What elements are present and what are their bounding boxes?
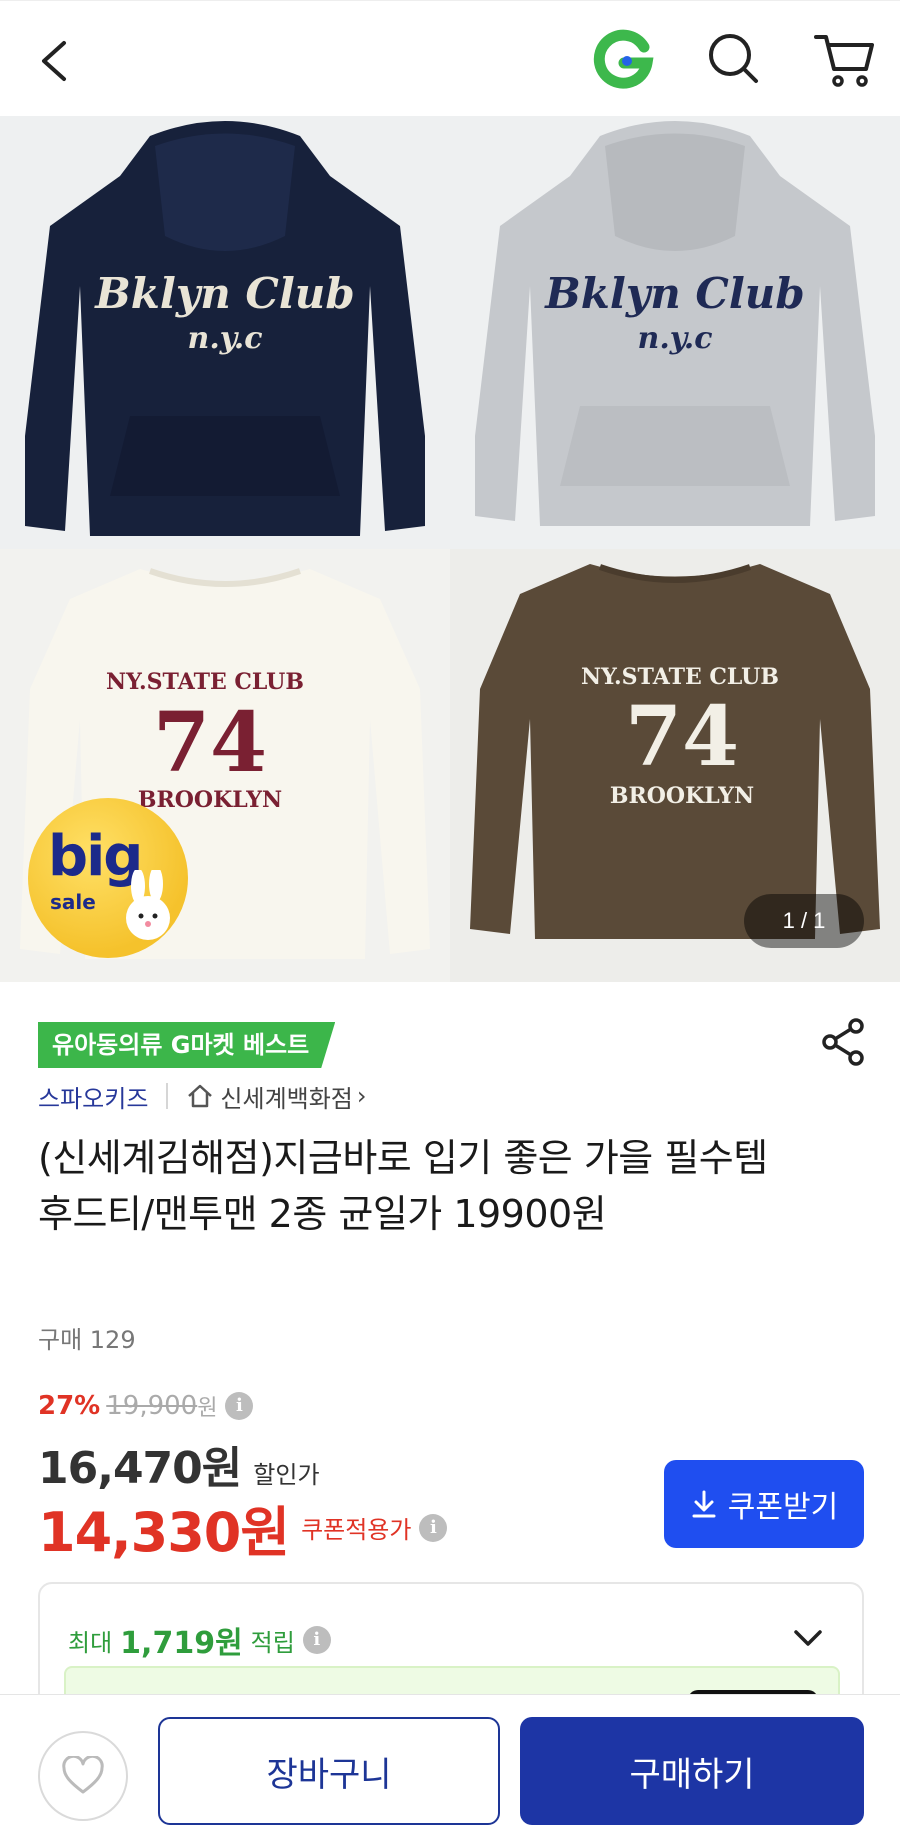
expand-button[interactable] (788, 1618, 828, 1658)
store-link[interactable]: 신세계백화점 › (186, 1079, 367, 1114)
coupon-price-label: 쿠폰적용가 (301, 1516, 412, 1544)
seller-row: 스파오키즈 신세계백화점 › (38, 1078, 367, 1114)
product-image-grey-hoodie: Bklyn Club n.y.c (450, 116, 900, 549)
big-sale-sticker: big sale (28, 798, 188, 958)
info-icon[interactable]: i (225, 1392, 254, 1420)
wishlist-button[interactable] (38, 1731, 128, 1821)
chevron-down-icon (794, 1630, 822, 1646)
sweat-print-line3: BROOKLYN (138, 787, 282, 813)
hoodie-print-line2: n.y.c (188, 321, 263, 356)
search-icon (709, 34, 758, 83)
product-image-gallery[interactable]: Bklyn Club n.y.c Bklyn Club n.y.c NY.STA… (0, 116, 900, 982)
sold-count: 구매 129 (38, 1326, 136, 1354)
store-name: 신세계백화점 (220, 1084, 353, 1113)
chevron-left-icon (42, 41, 66, 81)
big-sale-sale-text: sale (50, 890, 96, 914)
discount-rate: 27% (38, 1391, 101, 1421)
info-icon[interactable]: i (302, 1626, 331, 1654)
buy-now-button[interactable]: 구매하기 (520, 1717, 864, 1825)
sweat-print-line1: NY.STATE CLUB (106, 669, 304, 695)
cart-icon (814, 35, 874, 87)
info-icon[interactable]: i (419, 1513, 448, 1542)
search-button[interactable] (704, 29, 764, 89)
reward-row: 최대 1,719원 적립 i (68, 1618, 331, 1662)
best-badge[interactable]: 유아동의류 G마켓 베스트 (38, 1022, 335, 1068)
original-price: 19,900 (106, 1391, 198, 1421)
product-title: (신세계김해점)지금바로 입기 좋은 가을 필수템 후드티/맨투맨 2종 균일가… (38, 1136, 768, 1236)
sale-price-label: 할인가 (253, 1461, 320, 1489)
sweat-print-line1: NY.STATE CLUB (581, 664, 779, 690)
product-image-navy-hoodie: Bklyn Club n.y.c (0, 116, 450, 549)
share-button[interactable] (818, 1016, 870, 1068)
reward-suffix: 적립 (250, 1628, 295, 1657)
original-price-row: 27% 19,900 원 i (38, 1390, 254, 1422)
get-coupon-label: 쿠폰받기 (727, 1490, 839, 1525)
image-counter: 1 / 1 (744, 894, 864, 948)
seller-divider (166, 1083, 169, 1109)
hoodie-print-line1: Bklyn Club (94, 269, 354, 318)
bottom-action-bar: 장바구니 구매하기 (0, 1694, 900, 1843)
sweat-print-line2: 74 (625, 689, 739, 785)
sale-price: 16,470원 (38, 1443, 242, 1494)
sale-price-row: 16,470원 할인가 (38, 1432, 320, 1496)
hoodie-print-line2: n.y.c (638, 321, 713, 356)
reward-amount: 1,719원 (120, 1626, 243, 1661)
download-icon (692, 1490, 716, 1518)
seller-link[interactable]: 스파오키즈 (38, 1079, 148, 1114)
home-icon (188, 1084, 213, 1108)
share-icon (822, 1018, 864, 1066)
sweat-print-line2: 74 (153, 695, 267, 791)
add-to-cart-button[interactable]: 장바구니 (158, 1717, 500, 1825)
top-app-bar (0, 0, 900, 116)
sweat-print-line3: BROOKLYN (610, 783, 754, 809)
gmarket-logo[interactable] (592, 29, 654, 91)
heart-icon (62, 1756, 104, 1794)
coupon-price: 14,330원 (38, 1501, 290, 1564)
back-button[interactable] (34, 31, 82, 91)
cart-button[interactable] (812, 29, 878, 89)
reward-prefix: 최대 (68, 1628, 113, 1657)
get-coupon-button[interactable]: 쿠폰받기 (664, 1460, 864, 1548)
bunny-icon (126, 870, 170, 940)
chevron-right-icon: › (356, 1082, 367, 1110)
original-price-unit: 원 (197, 1396, 218, 1421)
hoodie-print-line1: Bklyn Club (544, 269, 804, 318)
gmarket-g-logo-icon (593, 29, 654, 89)
coupon-price-row: 14,330원 쿠폰적용가 i (38, 1488, 448, 1567)
